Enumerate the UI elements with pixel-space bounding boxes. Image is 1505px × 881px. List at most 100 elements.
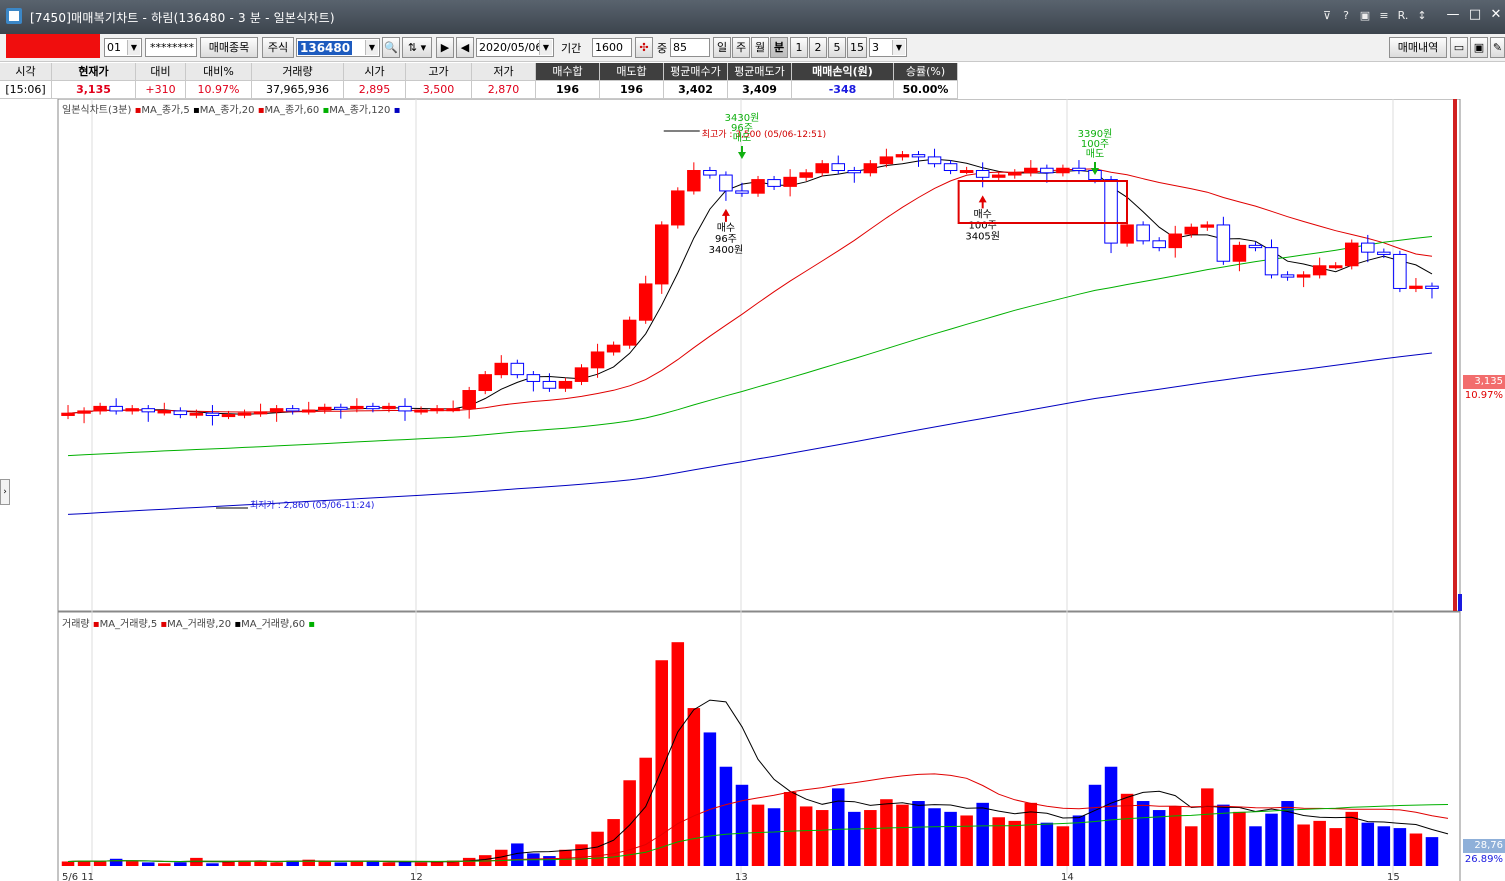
- interval-week-button[interactable]: 주: [732, 37, 750, 58]
- next-button[interactable]: ▶: [436, 37, 454, 58]
- maximize-button[interactable]: □: [1466, 6, 1484, 24]
- minimize-button[interactable]: —: [1444, 6, 1462, 24]
- value-time: [15:06]: [0, 81, 52, 99]
- candle-body: [767, 179, 781, 187]
- buy-marker-label: 100주: [969, 220, 997, 231]
- volume-bar: [799, 806, 813, 866]
- chevron-down-icon: ▼: [127, 40, 140, 55]
- help-icon[interactable]: ?: [1339, 9, 1353, 23]
- volume-bar: [1201, 788, 1214, 866]
- legend-ma60: MA_종가,60: [264, 105, 320, 116]
- volume-bar: [1265, 813, 1278, 866]
- minute-15-button[interactable]: 15: [847, 37, 867, 58]
- candle-body: [895, 154, 910, 158]
- volume-bar: [254, 861, 267, 866]
- header-avg-sell: 평균매도가: [728, 63, 792, 81]
- close-button[interactable]: ✕: [1487, 6, 1505, 24]
- volume-bar: [880, 799, 893, 866]
- volume-bar: [174, 862, 187, 866]
- candle-body: [606, 344, 621, 353]
- menu-icon[interactable]: ≡: [1377, 9, 1391, 23]
- interval-month-button[interactable]: 월: [751, 37, 769, 58]
- low-annotation: 최저가 : 2,860 (05/06-11:24): [250, 500, 374, 511]
- volume-bar: [735, 784, 749, 866]
- value-sell-total: 196: [600, 81, 664, 99]
- volume-bar: [751, 804, 765, 866]
- volume-bar: [960, 815, 973, 866]
- stock-code-input[interactable]: 136480 ▼: [296, 38, 380, 57]
- candle-body: [414, 409, 428, 413]
- header-change: 대비: [136, 63, 186, 81]
- minute-5-button[interactable]: 5: [828, 37, 846, 58]
- candle-body: [1232, 244, 1247, 262]
- symbol-search-button[interactable]: 매매종목: [200, 37, 258, 58]
- search-icon[interactable]: 🔍: [382, 37, 400, 58]
- stock-code-value: 136480: [298, 41, 353, 55]
- legend-ma5: MA_종가,5: [141, 105, 190, 116]
- candle-body: [815, 163, 829, 174]
- candle-body: [1120, 224, 1134, 244]
- candle-body: [141, 408, 156, 413]
- value-buy-total: 196: [536, 81, 600, 99]
- crosshair-icon[interactable]: ✣: [635, 37, 653, 58]
- custom-minute-select[interactable]: 3 ▼: [869, 38, 907, 57]
- volume-bar: [944, 811, 957, 866]
- candle-body: [1264, 247, 1279, 276]
- candle-body: [735, 190, 749, 194]
- chart-area[interactable]: 5/6 11 12 13 14 15 최고가 : 3,500 (05/06-12:51) 최…: [0, 99, 1505, 881]
- candle-body: [157, 410, 172, 414]
- account-number-select[interactable]: 01 ▼: [104, 38, 142, 57]
- header-current-price: 현재가: [52, 63, 136, 81]
- side-panel-toggle[interactable]: ›: [0, 479, 10, 505]
- password-field[interactable]: ********: [145, 38, 197, 57]
- window-title: [7450]매매복기차트 - 하림(136480 - 3 분 - 일본식차트): [30, 11, 335, 25]
- font-icon[interactable]: ↕: [1415, 9, 1429, 23]
- trade-history-button[interactable]: 매매내역: [1389, 37, 1447, 58]
- open-folder-icon[interactable]: ▭: [1450, 37, 1468, 58]
- sort-order-select[interactable]: ⇅ ▾: [402, 37, 432, 58]
- candle-body: [1312, 265, 1327, 276]
- weight-input[interactable]: 85: [670, 38, 710, 57]
- interval-minute-button[interactable]: 분: [770, 37, 788, 58]
- volume-bar: [270, 862, 283, 866]
- candle-body: [269, 408, 284, 413]
- candle-body: [703, 170, 717, 176]
- candlestick-chart[interactable]: 5/6 11 12 13 14 15 최고가 : 3,500 (05/06-12:51) 최…: [0, 99, 1505, 881]
- volume-bar: [655, 660, 669, 866]
- candle-body: [285, 408, 300, 412]
- volume-tag: 28,76: [1463, 839, 1505, 853]
- pin-icon[interactable]: ⊽: [1320, 9, 1334, 23]
- volume-bar: [783, 791, 797, 866]
- volume-bar: [1393, 828, 1407, 866]
- sell-marker-label: 매도: [1086, 148, 1104, 160]
- volume-bar: [591, 831, 604, 866]
- market-type-button[interactable]: 주식: [262, 37, 294, 58]
- chat-icon[interactable]: ▣: [1358, 9, 1372, 23]
- candle-body: [1280, 274, 1295, 278]
- chevron-down-icon: ▼: [539, 40, 552, 55]
- volume-bar: [1361, 822, 1375, 866]
- current-change-tag: 10.97%: [1464, 390, 1503, 401]
- candle-body: [61, 412, 75, 416]
- minute-2-button[interactable]: 2: [809, 37, 827, 58]
- volume-bar: [767, 808, 781, 866]
- candle-body: [1425, 285, 1439, 289]
- price-pane-frame: [57, 99, 1461, 612]
- settings-icon[interactable]: ✎: [1490, 37, 1505, 58]
- account-name-redacted: [6, 34, 100, 58]
- candle-body: [1344, 242, 1359, 267]
- interval-day-button[interactable]: 일: [713, 37, 731, 58]
- candle-body: [125, 408, 139, 412]
- period-input[interactable]: 1600: [592, 38, 632, 57]
- prev-button[interactable]: ◀: [456, 37, 474, 58]
- candle-body: [318, 406, 332, 411]
- minute-1-button[interactable]: 1: [790, 37, 808, 58]
- date-picker[interactable]: 2020/05/06 ▼: [476, 38, 554, 57]
- candle-body: [558, 380, 573, 389]
- legend-vol-ma5: MA_거래량,5: [99, 619, 158, 630]
- save-icon[interactable]: ▣: [1470, 37, 1488, 58]
- volume-bar: [334, 862, 348, 866]
- r-icon[interactable]: R.: [1396, 9, 1410, 23]
- volume-bar: [350, 861, 364, 866]
- candle-body: [654, 224, 669, 285]
